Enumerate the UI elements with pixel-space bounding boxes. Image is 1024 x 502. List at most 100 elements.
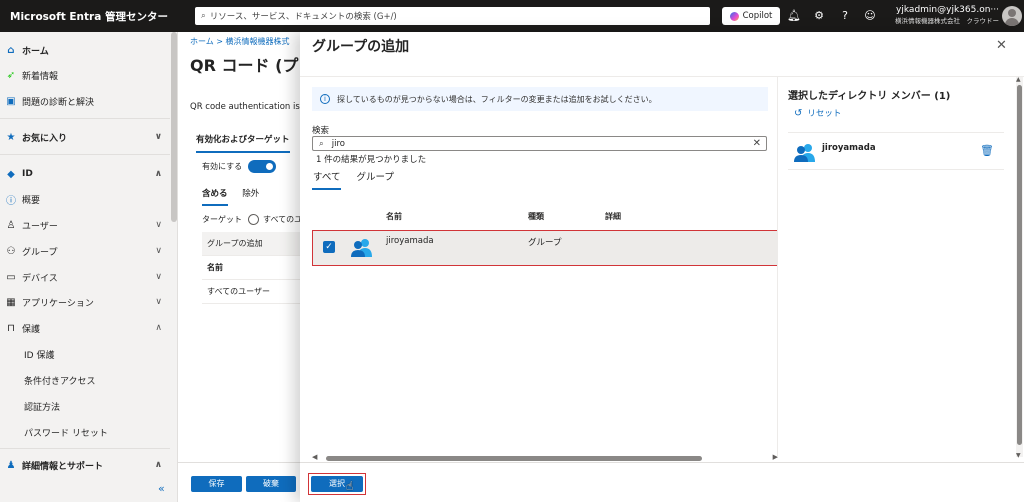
reset-button[interactable]: ↺ リセット — [794, 107, 841, 120]
gear-icon[interactable]: ⚙ — [811, 8, 827, 24]
all-users-radio[interactable] — [248, 214, 259, 225]
brand-title[interactable]: Microsoft Entra 管理センター — [0, 9, 182, 24]
bell-icon[interactable]: 🔔︎ — [786, 8, 802, 24]
avatar[interactable] — [1002, 6, 1022, 26]
vertical-scrollbar[interactable]: ▲ ▼ — [1016, 76, 1023, 459]
sidebar-item-whats-new[interactable]: ➶ 新着情報 — [0, 63, 170, 87]
chevron-up-icon: ∧ — [154, 169, 162, 179]
sidebar-item-label: 問題の診断と解決 — [22, 97, 95, 108]
add-group-link[interactable]: グループの追加 — [202, 232, 303, 256]
close-icon[interactable]: ✕ — [996, 38, 1007, 53]
help-icon[interactable]: ? — [837, 8, 853, 24]
include-exclude-tabs: 含める 除外 — [202, 187, 259, 206]
enable-row: 有効にする — [202, 160, 277, 173]
sidebar-item-label: デバイス — [22, 273, 58, 284]
apps-icon: ▦ — [6, 296, 16, 308]
table-row[interactable]: ✓ jiroyamada グループ — [312, 230, 778, 266]
panel-footer: 選択 ☝ — [300, 462, 1024, 502]
rocket-icon: ➶ — [6, 69, 16, 81]
row-type: グループ — [528, 238, 562, 248]
sidebar-item-label: 詳細情報とサポート — [22, 461, 104, 472]
sidebar-item-users[interactable]: ♙ ユーザー ∨ — [0, 213, 170, 237]
feedback-icon[interactable]: ☺ — [862, 8, 878, 24]
sidebar-item-overview[interactable]: ⓘ 概要 — [0, 187, 170, 211]
support-icon: ♟ — [6, 459, 16, 471]
divider — [788, 169, 1004, 170]
clear-search-icon[interactable]: ✕ — [753, 137, 761, 150]
divider — [788, 132, 1004, 133]
enable-toggle[interactable] — [248, 160, 277, 173]
info-text: 探しているものが見つからない場合は、フィルターの変更または追加をお試しください。 — [337, 94, 657, 104]
home-icon: ⌂ — [7, 44, 15, 56]
row-checkbox[interactable]: ✓ — [323, 241, 335, 253]
tab-exclude[interactable]: 除外 — [242, 189, 259, 199]
chevron-down-icon: ∨ — [155, 297, 162, 307]
global-search-input[interactable]: ⌕ リソース、サービス、ドキュメントの検索 (G+/) — [195, 7, 710, 25]
account-org: 横浜情報機器株式会社 クラウドー··· — [895, 17, 999, 25]
group-icon — [793, 142, 815, 162]
discard-button[interactable]: 破棄 — [246, 476, 296, 492]
undo-icon: ↺ — [794, 107, 803, 119]
sidebar-item-support[interactable]: ♟ 詳細情報とサポート ∧ — [0, 453, 170, 477]
divider — [0, 448, 170, 449]
save-button[interactable]: 保存 — [191, 476, 242, 492]
copilot-button[interactable]: Copilot — [722, 7, 780, 25]
search-input[interactable]: ⌕ jiro ✕ — [312, 136, 767, 151]
scrollbar-thumb[interactable] — [1017, 85, 1022, 445]
chevron-down-icon: ∨ — [155, 246, 162, 256]
divider — [0, 154, 170, 155]
sidebar-item-diagnose[interactable]: ▣ 問題の診断と解決 — [0, 89, 170, 113]
column-header-name[interactable]: 名前 — [386, 211, 402, 222]
trash-icon[interactable]: 🗑︎ — [980, 144, 994, 157]
device-icon: ▭ — [6, 271, 16, 283]
page-tabs: 有効化およびターゲット 構 — [196, 133, 311, 153]
tab-groups[interactable]: グループ — [357, 172, 394, 183]
breadcrumb[interactable]: ホーム > 横浜情報機器株式 — [190, 36, 290, 47]
tab-all[interactable]: すべて — [312, 172, 342, 190]
sidebar-item-label: アプリケーション — [22, 298, 94, 309]
divider — [777, 77, 778, 457]
info-icon: i — [320, 94, 330, 104]
chevron-up-icon: ∧ — [154, 460, 162, 470]
sidebar-item-identity[interactable]: ◆ ID ∧ — [0, 162, 170, 186]
account-email: yjkadmin@yjk365.on··· — [896, 5, 999, 15]
tab-include[interactable]: 含める — [202, 189, 228, 206]
account-menu[interactable]: yjkadmin@yjk365.on··· 横浜情報機器株式会社 クラウドー··… — [895, 5, 999, 25]
select-button[interactable]: 選択 — [311, 476, 363, 492]
sidebar-item-protection[interactable]: ⊓ 保護 ∧ — [0, 316, 170, 340]
sidebar-item-id-protection[interactable]: ID 保護 — [0, 342, 170, 366]
add-group-panel: グループの追加 ✕ i 探しているものが見つからない場合は、フィルターの変更また… — [300, 32, 1024, 502]
sidebar: ⌂ ホーム ➶ 新着情報 ▣ 問題の診断と解決 ★ お気に入り ∨ ◆ ID ∧… — [0, 32, 178, 502]
chevron-down-icon: ∨ — [154, 132, 162, 142]
pointer-cursor-icon: ☝ — [346, 479, 354, 493]
sidebar-item-applications[interactable]: ▦ アプリケーション ∨ — [0, 290, 170, 314]
sidebar-scrollbar[interactable] — [171, 32, 177, 222]
table-row: すべてのユーザー — [202, 280, 303, 304]
collapse-sidebar-icon[interactable]: « — [158, 482, 165, 495]
sidebar-item-home[interactable]: ⌂ ホーム — [0, 38, 170, 62]
sidebar-item-label: ホーム — [22, 46, 49, 57]
sidebar-item-conditional-access[interactable]: 条件付きアクセス — [0, 368, 170, 392]
star-icon: ★ — [6, 131, 16, 143]
sidebar-item-password-reset[interactable]: パスワード リセット — [0, 420, 170, 444]
sidebar-item-auth-methods[interactable]: 認証方法 — [0, 394, 170, 418]
scrollbar-thumb[interactable] — [326, 456, 702, 461]
tab-enable-target[interactable]: 有効化およびターゲット — [196, 135, 290, 153]
sidebar-item-label: ユーザー — [22, 221, 58, 232]
divider — [300, 76, 1024, 77]
sidebar-item-favorites[interactable]: ★ お気に入り ∨ — [0, 125, 170, 149]
sidebar-item-label: 概要 — [22, 195, 41, 206]
filter-tabs: すべて グループ — [312, 169, 394, 190]
diagnose-icon: ▣ — [6, 95, 16, 107]
target-label: ターゲット — [202, 215, 242, 224]
column-header-type[interactable]: 種類 — [528, 211, 544, 222]
sidebar-item-devices[interactable]: ▭ デバイス ∨ — [0, 265, 170, 289]
sidebar-item-groups[interactable]: ⚇ グループ ∨ — [0, 239, 170, 263]
column-header-details[interactable]: 詳細 — [605, 211, 621, 222]
sidebar-item-label: 保護 — [22, 324, 41, 335]
sidebar-item-label: お気に入り — [22, 133, 68, 144]
group-icon — [350, 237, 372, 257]
scroll-down-icon[interactable]: ▼ — [1016, 452, 1021, 459]
scroll-up-icon[interactable]: ▲ — [1016, 76, 1021, 83]
scroll-left-icon[interactable]: ◀ — [312, 453, 317, 461]
